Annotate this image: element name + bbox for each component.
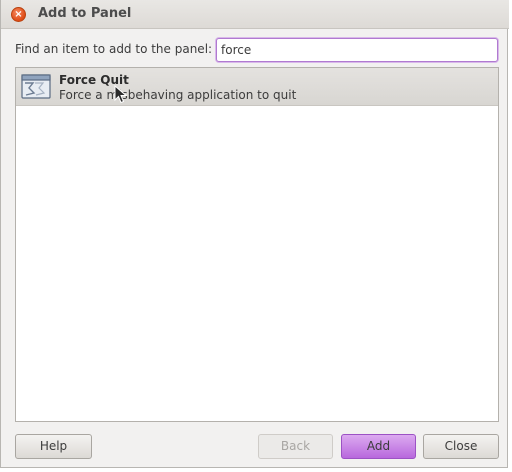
search-label: Find an item to add to the panel: bbox=[15, 42, 213, 56]
back-button[interactable]: Back bbox=[258, 434, 333, 459]
item-list[interactable]: Force Quit Force a misbehaving applicati… bbox=[15, 67, 499, 422]
help-button[interactable]: Help bbox=[15, 434, 92, 459]
mouse-cursor-icon bbox=[114, 85, 128, 104]
search-input[interactable] bbox=[216, 38, 498, 62]
force-quit-icon bbox=[21, 74, 51, 99]
window-close-button[interactable]: × bbox=[11, 7, 26, 22]
add-button[interactable]: Add bbox=[341, 434, 416, 459]
window-title: Add to Panel bbox=[38, 6, 132, 21]
add-to-panel-dialog: × Add to Panel Find an item to add to th… bbox=[0, 0, 509, 468]
titlebar[interactable]: × Add to Panel bbox=[1, 0, 509, 29]
list-item-force-quit[interactable]: Force Quit Force a misbehaving applicati… bbox=[16, 68, 498, 106]
close-button[interactable]: Close bbox=[423, 434, 499, 459]
item-description: Force a misbehaving application to quit bbox=[59, 88, 297, 102]
